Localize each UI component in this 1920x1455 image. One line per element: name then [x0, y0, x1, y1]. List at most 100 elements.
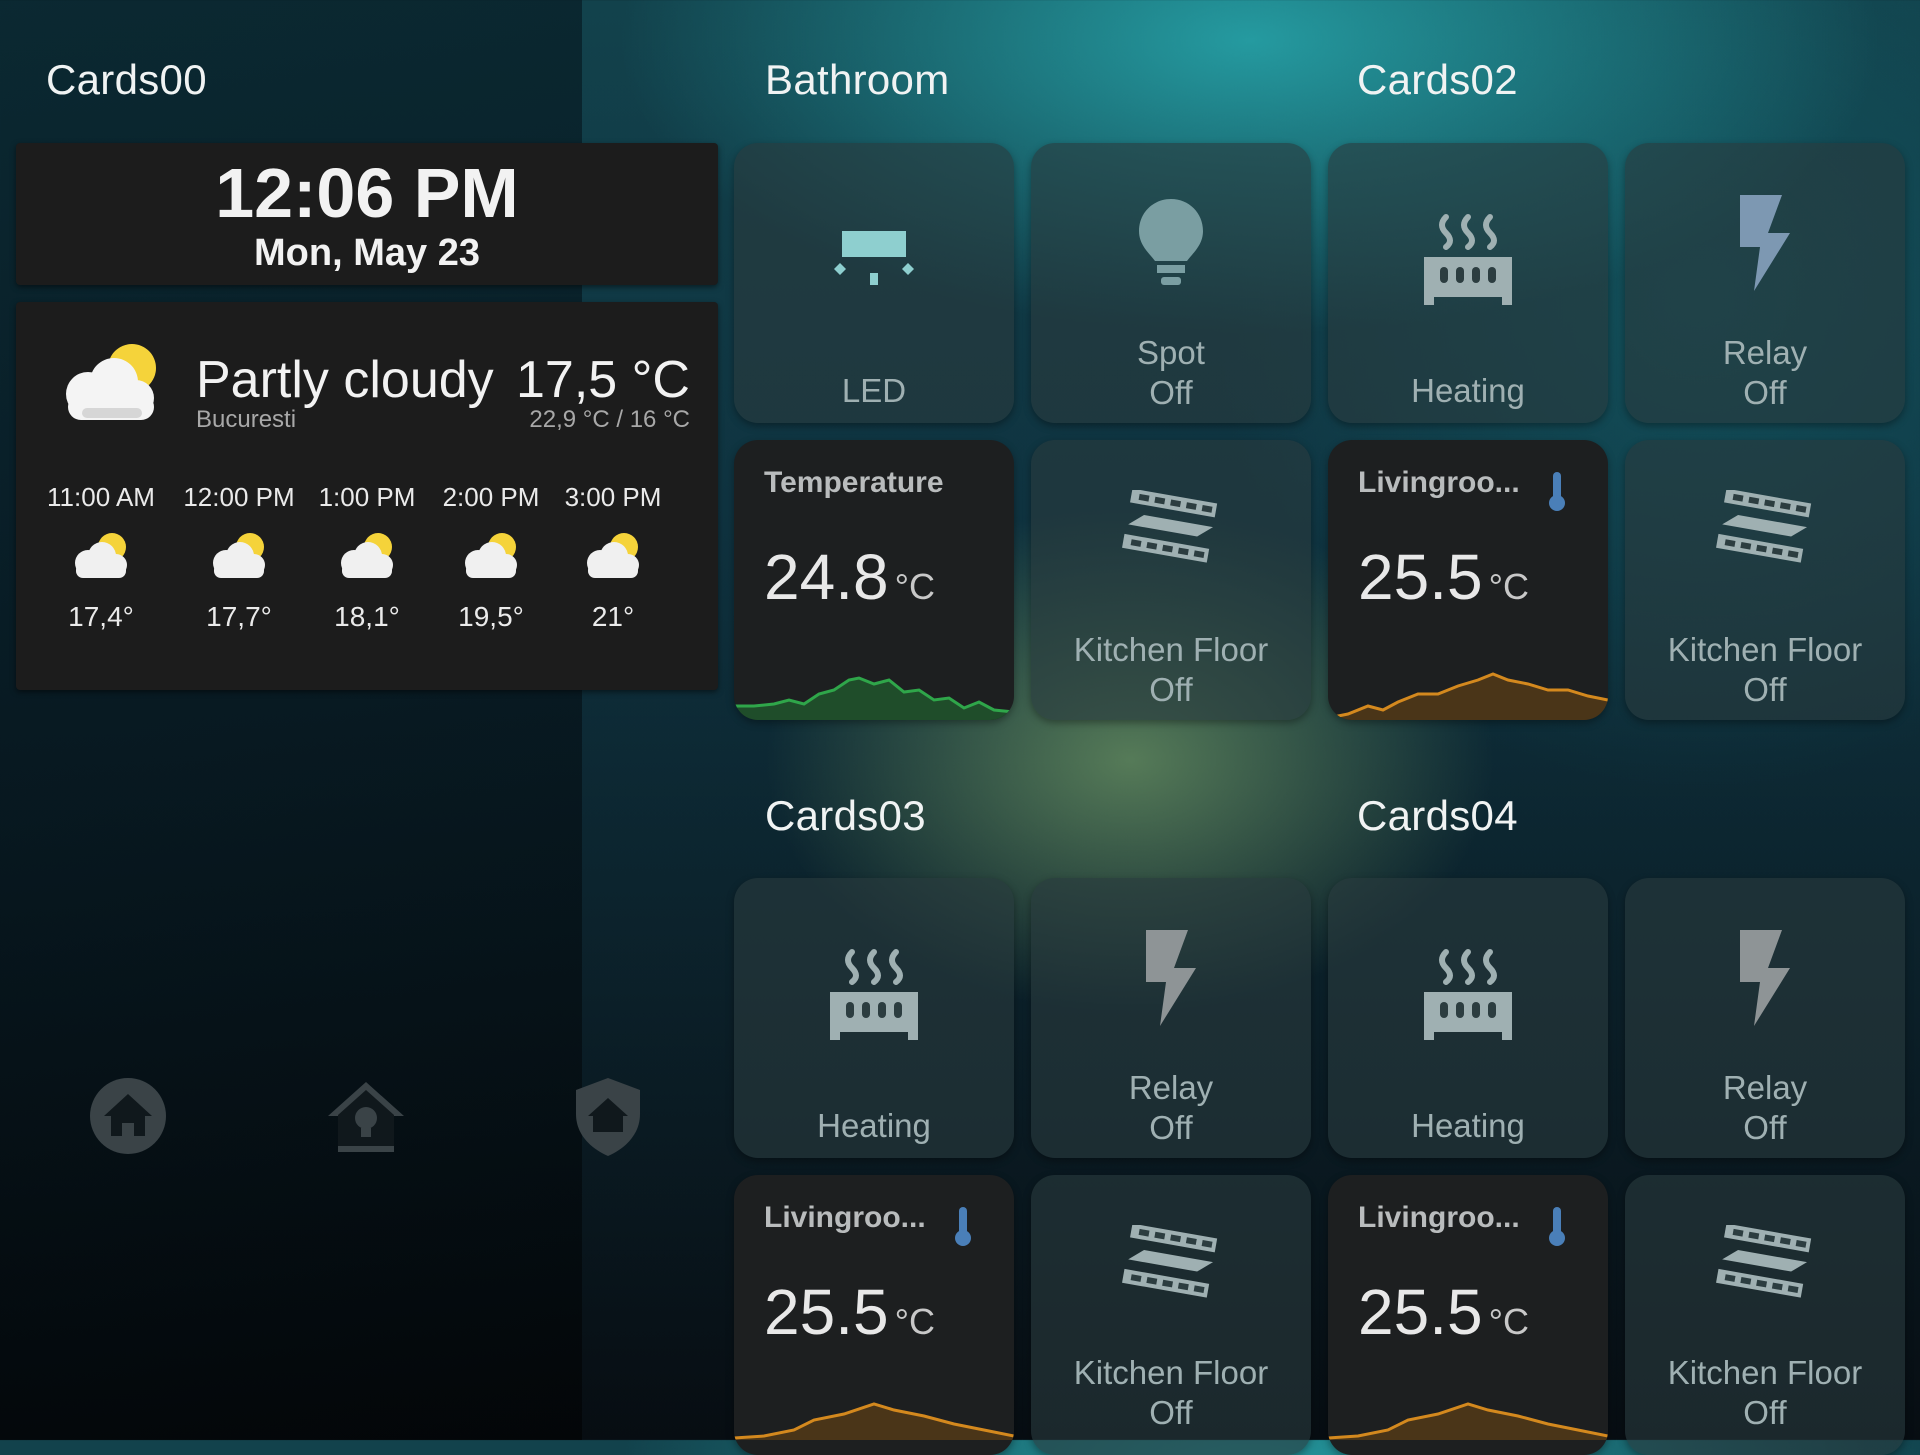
livingroom-sparkline — [1328, 1402, 1608, 1440]
tile-relay-name: Relay — [1722, 334, 1808, 371]
heated-floor-icon — [1122, 490, 1218, 563]
tile-relay[interactable]: Relay Off — [1625, 878, 1905, 1158]
radiator-icon — [1424, 949, 1512, 1040]
tile-kitchen-floor-name: Kitchen Floor — [1073, 631, 1269, 668]
heated-floor-icon — [1122, 1225, 1218, 1298]
tile-relay-state: Off — [1743, 1109, 1787, 1146]
forecast-time: 1:00 PM — [318, 482, 416, 512]
livingroom-sparkline — [1328, 672, 1608, 720]
forecast-temp: 17,4° — [68, 601, 134, 632]
tile-kitchen-floor[interactable]: Kitchen Floor Off — [1031, 1175, 1311, 1455]
partly-cloudy-icon — [66, 344, 156, 420]
tile-kitchen-floor-name: Kitchen Floor — [1667, 631, 1863, 668]
flash-icon — [1740, 930, 1790, 1026]
tile-livingroom-sensor[interactable]: Livingroo... 25.5 °C — [1328, 1175, 1608, 1455]
forecast-temp: 19,5° — [458, 601, 524, 632]
tile-relay-label: Relay Off — [1625, 1068, 1905, 1148]
forecast-item: 11:00 AM 17,4° — [36, 482, 166, 633]
tile-kitchen-floor[interactable]: Kitchen Floor Off — [1625, 1175, 1905, 1455]
tile-heating[interactable]: Heating — [1328, 878, 1608, 1158]
weather-temperature: 17,5 °C — [515, 351, 690, 409]
sensor-unit: °C — [894, 1301, 935, 1342]
tile-kitchen-floor[interactable]: Kitchen Floor Off — [1031, 440, 1311, 720]
weather-forecast: 11:00 AM 17,4° 12:00 PM 17,7° 1:00 PM 18… — [36, 482, 696, 662]
heated-floor-icon — [1716, 490, 1812, 563]
clock-date: Mon, May 23 — [254, 232, 480, 274]
lightbulb-icon — [1139, 199, 1203, 285]
forecast-item: 12:00 PM 17,7° — [174, 482, 304, 633]
flash-icon — [1146, 930, 1196, 1026]
tile-relay-label: Relay Off — [1625, 333, 1905, 413]
weather-range: 22,9 °C / 16 °C — [529, 406, 690, 433]
tile-heating-label: Heating — [1411, 372, 1525, 409]
tile-kitchen-floor-label: Kitchen Floor Off — [1031, 630, 1311, 710]
tile-relay-label: Relay Off — [1031, 1068, 1311, 1148]
radiator-icon — [830, 949, 918, 1040]
section-title-cards04: Cards04 — [1357, 792, 1518, 839]
partly-cloudy-icon — [587, 533, 639, 578]
tile-kitchen-floor-state: Off — [1743, 671, 1787, 708]
forecast-item: 1:00 PM 18,1° — [302, 482, 432, 633]
home-icon[interactable] — [86, 1074, 170, 1158]
tile-kitchen-floor[interactable]: Kitchen Floor Off — [1625, 440, 1905, 720]
sensor-value-number: 24.8 — [764, 541, 889, 613]
tile-kitchen-floor-label: Kitchen Floor Off — [1031, 1353, 1311, 1433]
tile-relay-name: Relay — [1722, 1069, 1808, 1106]
sensor-value-number: 25.5 — [1358, 541, 1483, 613]
tile-livingroom-sensor[interactable]: Livingroo... 25.5 °C — [1328, 440, 1608, 720]
weather-location: Bucuresti — [196, 406, 297, 433]
sensor-value-number: 25.5 — [1358, 1276, 1483, 1348]
tile-relay[interactable]: Relay Off — [1031, 878, 1311, 1158]
tile-spot-label: Spot Off — [1031, 333, 1311, 413]
tile-livingroom-sensor[interactable]: Livingroo... 25.5 °C — [734, 1175, 1014, 1455]
heated-floor-icon — [1716, 1225, 1812, 1298]
tile-relay[interactable]: Relay Off — [1625, 143, 1905, 423]
thermometer-icon — [955, 1207, 971, 1246]
tile-kitchen-floor-label: Kitchen Floor Off — [1625, 1353, 1905, 1433]
partly-cloudy-icon — [213, 533, 265, 578]
partly-cloudy-icon — [341, 533, 393, 578]
clock-card: 12:06 PM Mon, May 23 — [16, 143, 718, 285]
weather-condition: Partly cloudy — [196, 351, 494, 409]
flash-icon — [1740, 195, 1790, 291]
forecast-temp: 17,7° — [206, 601, 272, 632]
section-title-bathroom: Bathroom — [765, 56, 950, 103]
sensor-value: 24.8 °C — [764, 540, 935, 614]
tile-heating-label: Heating — [817, 1107, 931, 1144]
forecast-temp: 18,1° — [334, 601, 400, 632]
tile-kitchen-floor-state: Off — [1149, 671, 1193, 708]
tile-relay-state: Off — [1743, 374, 1787, 411]
partly-cloudy-icon — [75, 533, 127, 578]
sensor-unit: °C — [1488, 1301, 1529, 1342]
tile-heating[interactable]: Heating — [734, 878, 1014, 1158]
forecast-item: 2:00 PM 19,5° — [426, 482, 556, 633]
sensor-unit: °C — [1488, 566, 1529, 607]
sensor-name: Temperature — [764, 466, 944, 499]
section-title-cards00: Cards00 — [46, 56, 207, 103]
tile-led-label: LED — [841, 372, 907, 409]
home-shield-icon[interactable] — [566, 1074, 650, 1158]
section-title-cards02: Cards02 — [1357, 56, 1518, 103]
thermometer-icon — [1549, 1207, 1565, 1246]
tile-temperature-sensor[interactable]: Temperature 24.8 °C — [734, 440, 1014, 720]
tile-spot-state: Off — [1149, 374, 1193, 411]
tile-led[interactable]: LED — [734, 143, 1014, 423]
forecast-time: 2:00 PM — [442, 482, 540, 512]
section-title-cards03: Cards03 — [765, 792, 926, 839]
tile-heating[interactable]: Heating — [1328, 143, 1608, 423]
home-lightbulb-icon[interactable] — [324, 1074, 408, 1158]
clock-time: 12:06 PM — [215, 154, 519, 232]
tile-kitchen-floor-name: Kitchen Floor — [1667, 1354, 1863, 1391]
sensor-value: 25.5 °C — [764, 1275, 935, 1349]
tile-spot[interactable]: Spot Off — [1031, 143, 1311, 423]
ceiling-light-icon — [834, 231, 914, 285]
tile-kitchen-floor-label: Kitchen Floor Off — [1625, 630, 1905, 710]
radiator-icon — [1424, 214, 1512, 305]
forecast-time: 12:00 PM — [183, 482, 295, 512]
sensor-value-number: 25.5 — [764, 1276, 889, 1348]
sensor-value: 25.5 °C — [1358, 540, 1529, 614]
forecast-time: 11:00 AM — [47, 482, 155, 512]
forecast-temp: 21° — [591, 601, 635, 632]
forecast-time: 3:00 PM — [564, 482, 662, 512]
weather-card[interactable]: Partly cloudy Bucuresti 17,5 °C 22,9 °C … — [16, 302, 718, 690]
